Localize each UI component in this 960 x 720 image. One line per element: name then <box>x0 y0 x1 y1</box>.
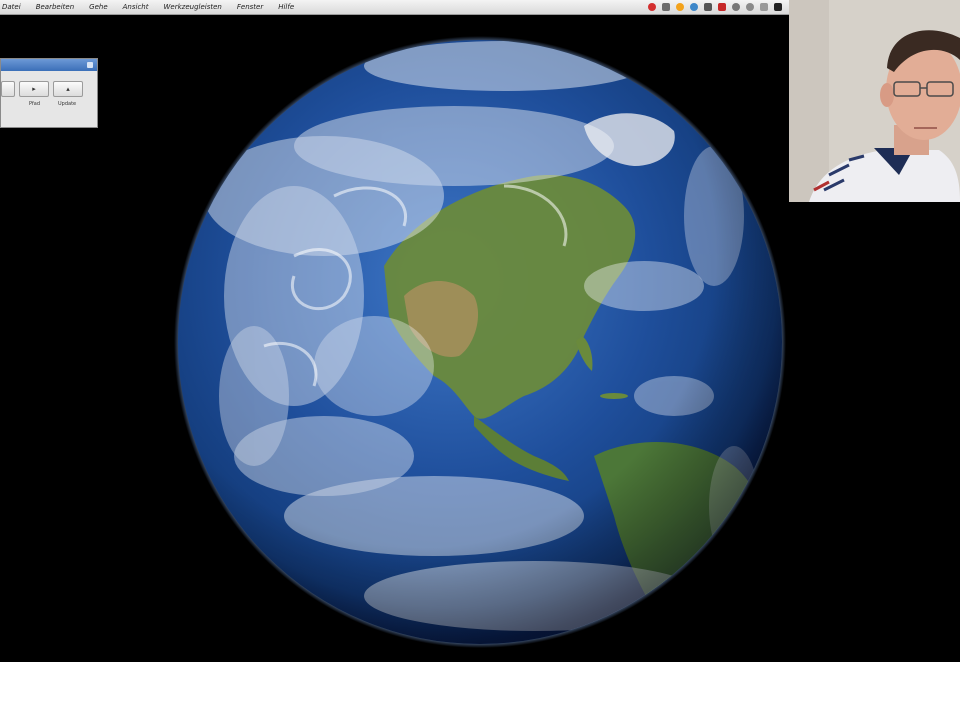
menu-hilfe[interactable]: Hilfe <box>278 3 294 11</box>
mini-toolbar-labels: Pfad Update <box>1 101 97 107</box>
bluetooth-icon[interactable] <box>732 3 740 11</box>
menu-ansicht[interactable]: Ansicht <box>123 3 149 11</box>
mini-toolbar: ▸ ▴ <box>1 71 97 97</box>
spotlight-icon[interactable] <box>774 3 782 11</box>
update-label: Update <box>58 101 77 107</box>
battery-icon[interactable] <box>718 3 726 11</box>
wifi-icon[interactable] <box>746 3 754 11</box>
record-icon[interactable] <box>648 3 656 11</box>
clip-icon[interactable] <box>662 3 670 11</box>
menu-items: Datei Bearbeiten Gehe Ansicht Werkzeugle… <box>0 3 294 11</box>
system-tray <box>648 3 790 11</box>
back-button[interactable] <box>1 81 15 97</box>
menu-fenster[interactable]: Fenster <box>237 3 263 11</box>
path-label: Pfad <box>29 101 41 107</box>
menu-bearbeiten[interactable]: Bearbeiten <box>36 3 74 11</box>
webcam-overlay <box>789 0 960 202</box>
path-button[interactable]: ▸ <box>19 81 49 97</box>
bottom-panel <box>0 662 960 720</box>
globe-shading <box>178 40 782 644</box>
mini-window: ▸ ▴ Pfad Update <box>0 58 98 128</box>
presenter-video <box>789 0 960 202</box>
earth-image <box>174 36 786 648</box>
menu-bar: Datei Bearbeiten Gehe Ansicht Werkzeugle… <box>0 0 790 15</box>
globe-icon[interactable] <box>690 3 698 11</box>
refresh-icon: ▴ <box>66 85 70 93</box>
menu-datei[interactable]: Datei <box>2 3 21 11</box>
menu-gehe[interactable]: Gehe <box>89 3 107 11</box>
earth-globe <box>174 36 786 648</box>
clock-icon[interactable] <box>760 3 768 11</box>
sync-icon[interactable] <box>676 3 684 11</box>
arrow-icon: ▸ <box>32 85 36 93</box>
screen: Datei Bearbeiten Gehe Ansicht Werkzeugle… <box>0 0 960 720</box>
menu-werkzeugleisten[interactable]: Werkzeugleisten <box>164 3 222 11</box>
close-icon[interactable] <box>87 62 93 68</box>
mini-window-titlebar[interactable] <box>1 59 97 71</box>
update-button[interactable]: ▴ <box>53 81 83 97</box>
volume-icon[interactable] <box>704 3 712 11</box>
